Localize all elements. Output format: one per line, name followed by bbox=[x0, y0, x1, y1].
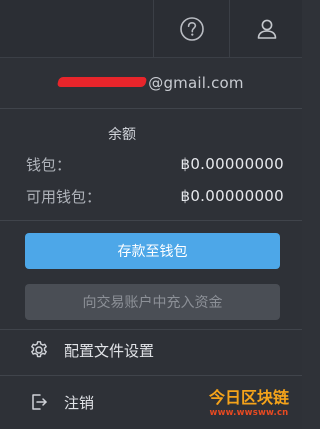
redaction-mark bbox=[57, 77, 148, 87]
account-email: @gmail.com bbox=[0, 58, 302, 108]
account-dropdown: @gmail.com 余额 钱包： ฿0.00000000 可用钱包： ฿0.0… bbox=[0, 58, 302, 429]
gear-icon bbox=[28, 339, 50, 361]
question-circle-icon bbox=[180, 16, 204, 41]
divider bbox=[0, 220, 302, 221]
divider bbox=[0, 329, 302, 330]
logout-item[interactable]: 注销 bbox=[28, 390, 94, 414]
divider bbox=[0, 375, 302, 376]
user-menu-button[interactable] bbox=[229, 0, 303, 57]
profile-settings-item[interactable]: 配置文件设置 bbox=[28, 338, 154, 362]
wallet-label: 钱包： bbox=[26, 155, 72, 174]
logout-icon bbox=[28, 391, 50, 413]
watermark-title: 今日区块链 bbox=[208, 388, 289, 407]
profile-settings-label: 配置文件设置 bbox=[64, 341, 155, 360]
divider bbox=[0, 108, 302, 109]
watermark: 今日区块链 www.wwsww.cn bbox=[200, 389, 298, 425]
available-balance-row: 可用钱包： ฿0.00000000 bbox=[26, 186, 284, 206]
wallet-value: ฿0.00000000 bbox=[180, 155, 284, 173]
logout-label: 注销 bbox=[64, 393, 95, 412]
deposit-to-wallet-button[interactable]: 存款至钱包 bbox=[25, 233, 280, 269]
wallet-balance-row: 钱包： ฿0.00000000 bbox=[26, 154, 284, 174]
watermark-url: www.wwsww.cn bbox=[209, 408, 289, 418]
email-suffix: @gmail.com bbox=[148, 74, 244, 92]
top-bar bbox=[0, 0, 302, 58]
available-value: ฿0.00000000 bbox=[180, 187, 284, 205]
balance-title: 余额 bbox=[108, 127, 136, 143]
fund-trading-account-button[interactable]: 向交易账户中充入资金 bbox=[25, 284, 280, 320]
user-icon bbox=[257, 19, 276, 39]
available-label: 可用钱包： bbox=[26, 187, 102, 206]
help-button[interactable] bbox=[153, 0, 230, 57]
